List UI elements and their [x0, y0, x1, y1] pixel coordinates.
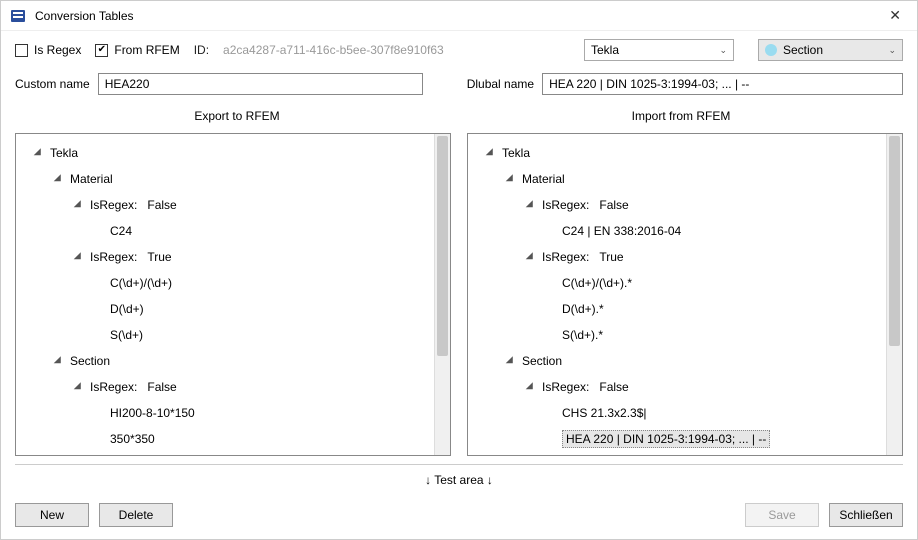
expand-icon[interactable] — [54, 356, 64, 366]
dlubal-name-value: HEA 220 | DIN 1025-3:1994-03; ... | -- — [549, 77, 749, 91]
tree-regex-group[interactable]: IsRegex: True — [20, 244, 430, 270]
tree-regex-group[interactable]: IsRegex: False — [20, 192, 430, 218]
tree-item[interactable]: HEA 220 | DIN 1025-3:1994-03; ... | -- — [472, 426, 882, 452]
save-button: Save — [745, 503, 819, 527]
delete-button[interactable]: Delete — [99, 503, 173, 527]
from-rfem-checkbox[interactable]: ✔ From RFEM — [95, 43, 179, 57]
close-button[interactable]: Schließen — [829, 503, 903, 527]
expand-icon[interactable] — [74, 252, 84, 262]
id-label: ID: — [194, 43, 209, 57]
app-icon — [11, 10, 25, 22]
window: Conversion Tables ✕ Is Regex ✔ From RFEM… — [0, 0, 918, 540]
tree-item[interactable]: S(\d+) — [20, 322, 430, 348]
is-regex-label: Is Regex — [34, 43, 81, 57]
export-panel: TeklaMaterialIsRegex: FalseC24IsRegex: T… — [15, 133, 451, 456]
tree-item[interactable]: I 200/150/8/10/8/8/H — [472, 452, 882, 455]
tree-regex-group[interactable]: IsRegex: False — [472, 374, 882, 400]
scroll-thumb[interactable] — [889, 136, 900, 346]
checkbox-icon — [15, 44, 28, 57]
tree-group[interactable]: Material — [472, 166, 882, 192]
panel-headers: Export to RFEM Import from RFEM — [1, 105, 917, 133]
type-dropdown[interactable]: Section ⌄ — [758, 39, 903, 61]
scrollbar[interactable] — [886, 134, 902, 455]
tree-regex-group[interactable]: IsRegex: False — [20, 374, 430, 400]
scroll-thumb[interactable] — [437, 136, 448, 356]
expand-icon[interactable] — [34, 148, 44, 158]
tree-group[interactable]: Material — [20, 166, 430, 192]
tree-item[interactable]: 350*350 — [20, 426, 430, 452]
expand-icon[interactable] — [74, 200, 84, 210]
panels: TeklaMaterialIsRegex: FalseC24IsRegex: T… — [1, 133, 917, 456]
tree-item[interactable]: RHS200*100*5 — [20, 452, 430, 455]
custom-name-input[interactable]: HEA220 — [98, 73, 423, 95]
tree-item[interactable]: CHS 21.3x2.3$| — [472, 400, 882, 426]
is-regex-checkbox[interactable]: Is Regex — [15, 43, 81, 57]
import-panel: TeklaMaterialIsRegex: FalseC24 | EN 338:… — [467, 133, 903, 456]
custom-name-label: Custom name — [15, 77, 90, 91]
tree-item[interactable]: D(\d+).* — [472, 296, 882, 322]
new-button[interactable]: New — [15, 503, 89, 527]
tree-item[interactable]: D(\d+) — [20, 296, 430, 322]
names-row: Custom name HEA220 Dlubal name HEA 220 |… — [1, 69, 917, 105]
scrollbar[interactable] — [434, 134, 450, 455]
app-dropdown[interactable]: Tekla ⌄ — [584, 39, 734, 61]
titlebar: Conversion Tables ✕ — [1, 1, 917, 31]
chevron-down-icon: ⌄ — [888, 45, 896, 56]
tree-item[interactable]: C24 | EN 338:2016-04 — [472, 218, 882, 244]
expand-icon[interactable] — [506, 356, 516, 366]
tree-item[interactable]: HI200-8-10*150 — [20, 400, 430, 426]
id-value: a2ca4287-a711-416c-b5ee-307f8e910f63 — [223, 43, 444, 57]
tree-root[interactable]: Tekla — [472, 140, 882, 166]
close-icon[interactable]: ✕ — [883, 7, 907, 24]
expand-icon[interactable] — [526, 252, 536, 262]
app-dropdown-value: Tekla — [591, 43, 619, 57]
dlubal-name-label: Dlubal name — [467, 77, 534, 91]
tree-group[interactable]: Section — [472, 348, 882, 374]
checkbox-icon: ✔ — [95, 44, 108, 57]
expand-icon[interactable] — [526, 382, 536, 392]
options-row: Is Regex ✔ From RFEM ID: a2ca4287-a711-4… — [1, 31, 917, 69]
chevron-down-icon: ⌄ — [719, 45, 727, 56]
from-rfem-label: From RFEM — [114, 43, 179, 57]
tree-regex-group[interactable]: IsRegex: False — [472, 192, 882, 218]
window-title: Conversion Tables — [35, 9, 883, 23]
type-dropdown-value: Section — [783, 43, 823, 57]
tree-item[interactable]: S(\d+).* — [472, 322, 882, 348]
expand-icon[interactable] — [486, 148, 496, 158]
import-tree[interactable]: TeklaMaterialIsRegex: FalseC24 | EN 338:… — [468, 134, 886, 455]
import-header: Import from RFEM — [459, 105, 903, 127]
dot-icon — [765, 44, 777, 56]
export-tree[interactable]: TeklaMaterialIsRegex: FalseC24IsRegex: T… — [16, 134, 434, 455]
expand-icon[interactable] — [526, 200, 536, 210]
expand-icon[interactable] — [506, 174, 516, 184]
dlubal-name-input[interactable]: HEA 220 | DIN 1025-3:1994-03; ... | -- — [542, 73, 903, 95]
expand-icon[interactable] — [74, 382, 84, 392]
tree-regex-group[interactable]: IsRegex: True — [472, 244, 882, 270]
export-header: Export to RFEM — [15, 105, 459, 127]
custom-name-value: HEA220 — [105, 77, 150, 91]
tree-root[interactable]: Tekla — [20, 140, 430, 166]
tree-item[interactable]: C24 — [20, 218, 430, 244]
test-area-label: ↓ Test area ↓ — [15, 464, 903, 495]
tree-item[interactable]: C(\d+)/(\d+) — [20, 270, 430, 296]
tree-item[interactable]: C(\d+)/(\d+).* — [472, 270, 882, 296]
tree-group[interactable]: Section — [20, 348, 430, 374]
expand-icon[interactable] — [54, 174, 64, 184]
footer: New Delete Save Schließen — [1, 495, 917, 539]
